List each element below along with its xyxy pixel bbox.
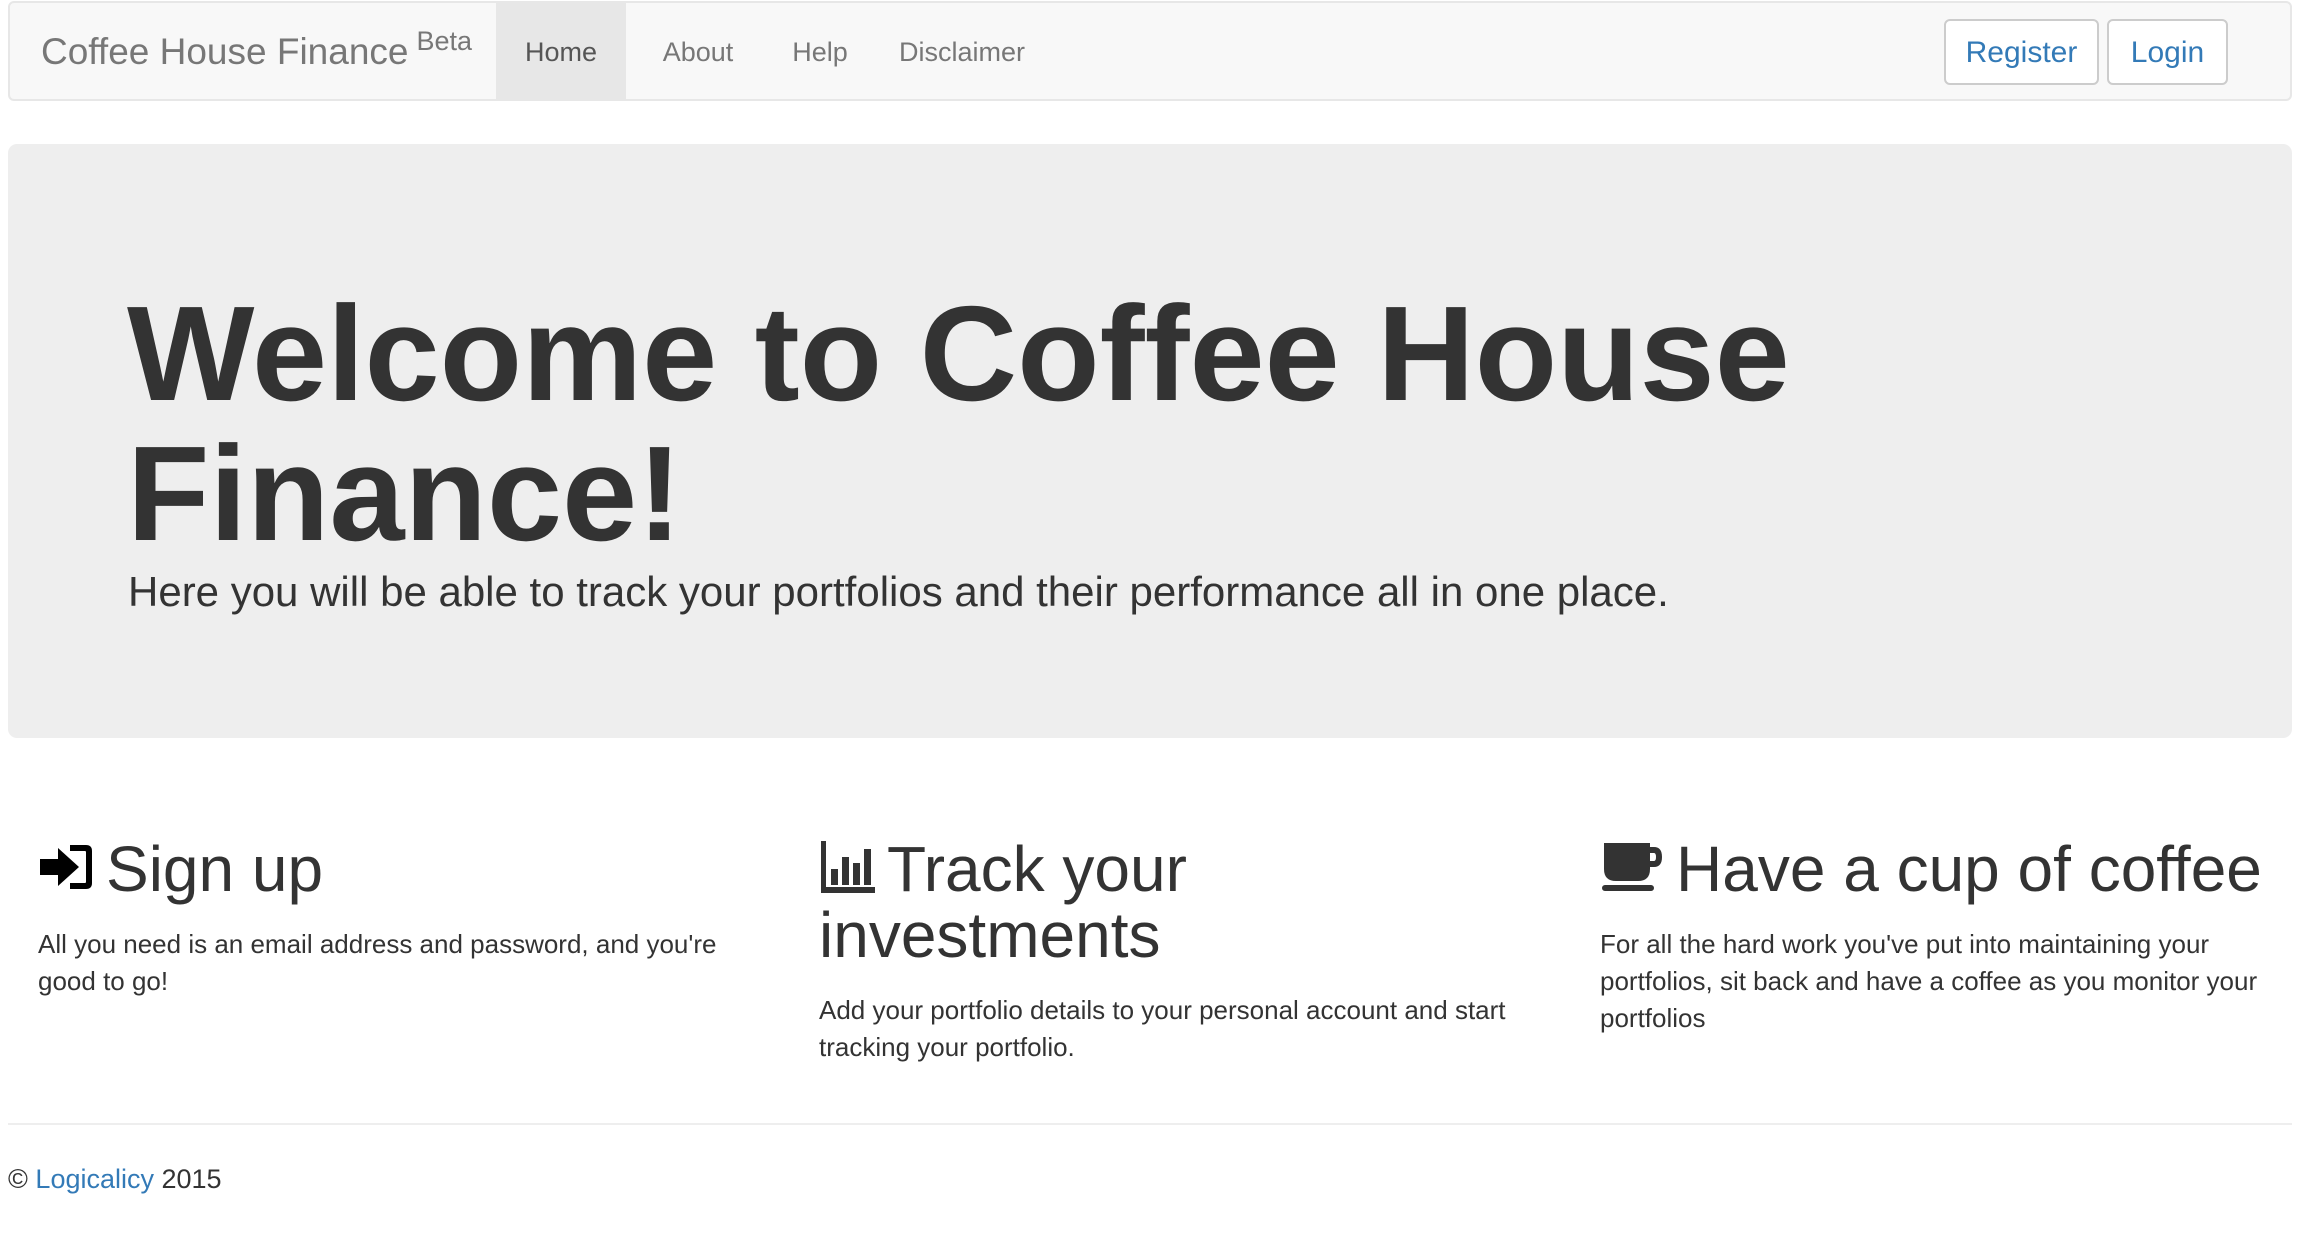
feature-heading: Sign up bbox=[38, 836, 748, 902]
nav-about[interactable]: About bbox=[638, 3, 758, 101]
feature-title: Sign up bbox=[106, 833, 324, 905]
footer: © Logicalicy 2015 bbox=[8, 1164, 222, 1195]
beta-badge: Beta bbox=[416, 26, 473, 56]
feature-coffee: Have a cup of coffee For all the hard wo… bbox=[1600, 836, 2298, 1037]
login-button[interactable]: Login bbox=[2107, 19, 2228, 85]
register-button[interactable]: Register bbox=[1944, 19, 2099, 85]
feature-heading: Have a cup of coffee bbox=[1600, 836, 2298, 902]
feature-text: For all the hard work you've put into ma… bbox=[1600, 929, 2258, 1033]
jumbotron: Welcome to Coffee House Finance! Here yo… bbox=[8, 144, 2292, 738]
feature-sign-up: Sign up All you need is an email address… bbox=[38, 836, 748, 1000]
bar-chart-icon bbox=[821, 841, 875, 893]
footer-divider bbox=[8, 1123, 2292, 1125]
footer-link-logicalicy[interactable]: Logicalicy bbox=[35, 1164, 154, 1194]
feature-text: Add your portfolio details to your perso… bbox=[819, 995, 1506, 1062]
page-subtitle: Here you will be able to track your port… bbox=[128, 568, 1669, 615]
feature-text: All you need is an email address and pas… bbox=[38, 929, 717, 996]
page-title: Welcome to Coffee House Finance! bbox=[127, 278, 1790, 569]
nav-home[interactable]: Home bbox=[496, 3, 626, 101]
nav-disclaimer[interactable]: Disclaimer bbox=[882, 3, 1042, 101]
sign-in-icon bbox=[40, 845, 92, 889]
brand-name: Coffee House Finance bbox=[41, 31, 409, 72]
copyright-symbol: © bbox=[8, 1164, 28, 1194]
feature-heading: Track your investments bbox=[819, 836, 1529, 968]
brand-logo[interactable]: Coffee House Finance Beta bbox=[41, 26, 472, 73]
nav-help[interactable]: Help bbox=[770, 3, 870, 101]
coffee-cup-icon bbox=[1602, 843, 1662, 891]
navbar: Coffee House Finance Beta Home About Help… bbox=[8, 1, 2292, 101]
feature-track-investments: Track your investments Add your portfoli… bbox=[819, 836, 1529, 1066]
feature-title: Have a cup of coffee bbox=[1676, 833, 2262, 905]
copyright-year: 2015 bbox=[161, 1164, 222, 1194]
